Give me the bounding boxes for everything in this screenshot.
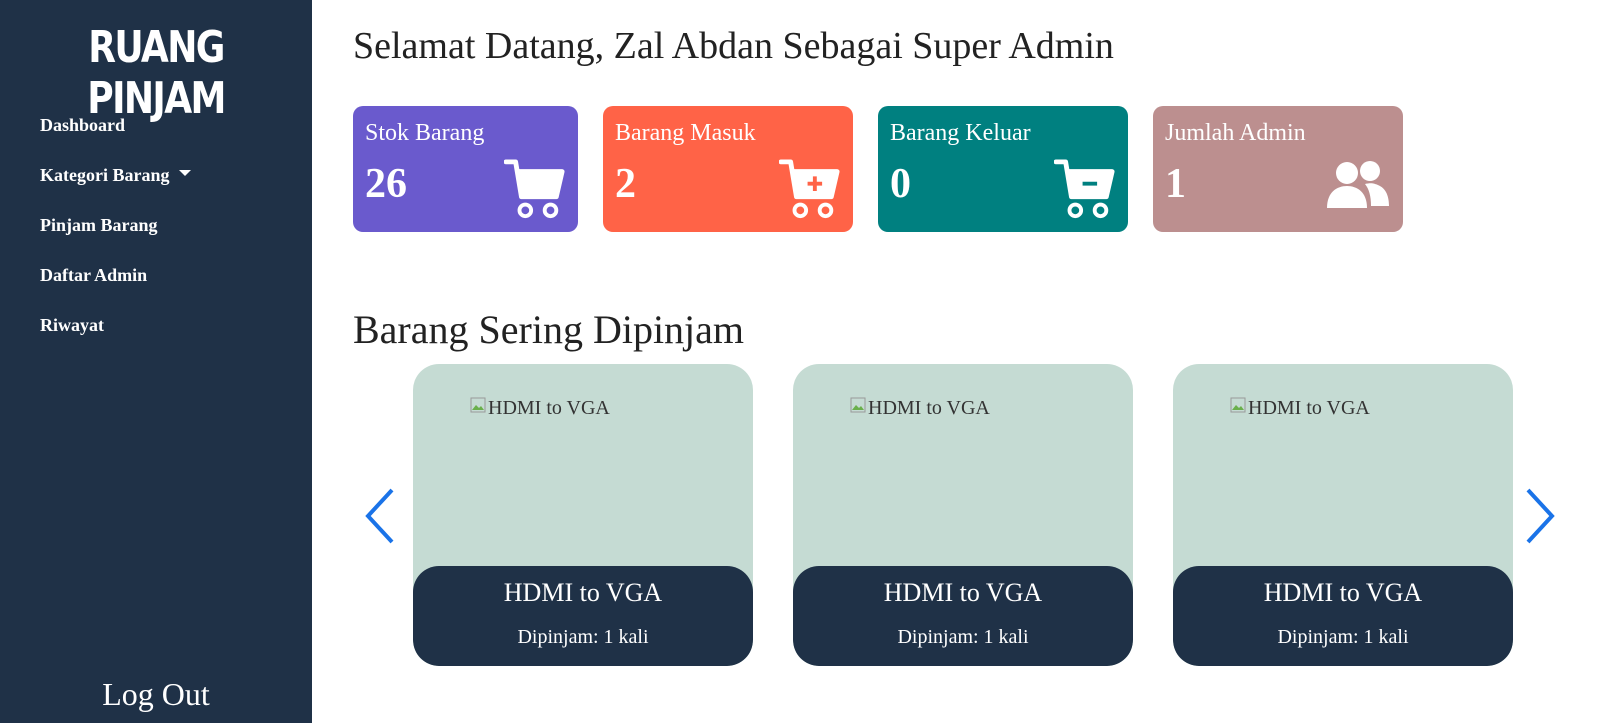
stat-card-barang-masuk: Barang Masuk 2 <box>603 106 853 232</box>
chevron-left-icon[interactable] <box>362 486 398 546</box>
sidebar-item-daftar-admin[interactable]: Daftar Admin <box>40 250 191 300</box>
item-image: HDMI to VGA <box>1230 397 1370 420</box>
sidebar-item-label: Dashboard <box>40 114 126 135</box>
image-alt-text: HDMI to VGA <box>488 397 610 419</box>
sidebar-item-kategori-barang[interactable]: Kategori Barang <box>40 150 192 200</box>
sidebar-item-label: Riwayat <box>40 314 104 335</box>
stat-card-barang-keluar: Barang Keluar 0 <box>878 106 1128 232</box>
stat-card-jumlah-admin: Jumlah Admin 1 <box>1153 106 1403 232</box>
image-alt-text: HDMI to VGA <box>1248 397 1370 419</box>
item-name: HDMI to VGA <box>1263 578 1423 607</box>
stat-value: 26 <box>365 161 407 207</box>
stat-value: 1 <box>1165 161 1186 207</box>
sidebar-item-label: Kategori Barang <box>40 164 170 185</box>
item-borrow-count: Dipinjam: 1 kali <box>1277 626 1409 648</box>
chevron-right-icon[interactable] <box>1522 486 1558 546</box>
item-borrow-count: Dipinjam: 1 kali <box>897 626 1029 648</box>
stat-value: 2 <box>615 161 636 207</box>
page-title: Selamat Datang, Zal Abdan Sebagai Super … <box>353 25 1114 67</box>
logout-button[interactable]: Log Out <box>0 676 312 713</box>
sidebar-item-label: Pinjam Barang <box>40 214 158 235</box>
cart-minus-icon <box>1054 159 1115 219</box>
item-footer: HDMI to VGA Dipinjam: 1 kali <box>793 566 1133 666</box>
stat-value: 0 <box>890 161 911 207</box>
item-card[interactable]: HDMI to VGA HDMI to VGA Dipinjam: 1 kali <box>413 364 753 666</box>
broken-image-icon <box>470 397 486 412</box>
sidebar: RUANG PINJAM Dashboard Kategori Barang P… <box>0 0 312 723</box>
item-footer: HDMI to VGA Dipinjam: 1 kali <box>1173 566 1513 666</box>
item-borrow-count: Dipinjam: 1 kali <box>517 626 649 648</box>
sidebar-item-pinjam-barang[interactable]: Pinjam Barang <box>40 200 191 250</box>
users-icon <box>1327 161 1389 208</box>
item-name: HDMI to VGA <box>503 578 663 607</box>
stat-label: Barang Keluar <box>890 120 1031 146</box>
image-alt-text: HDMI to VGA <box>868 397 990 419</box>
item-name: HDMI to VGA <box>883 578 1043 607</box>
cart-plus-icon <box>779 159 840 219</box>
item-card[interactable]: HDMI to VGA HDMI to VGA Dipinjam: 1 kali <box>1173 364 1513 666</box>
broken-image-icon <box>1230 397 1246 412</box>
stat-label: Stok Barang <box>365 120 485 146</box>
stat-label: Jumlah Admin <box>1165 120 1306 146</box>
stat-card-stok-barang: Stok Barang 26 <box>353 106 578 232</box>
sidebar-nav: Dashboard Kategori Barang Pinjam Barang … <box>40 100 192 350</box>
broken-image-icon <box>850 397 866 412</box>
sidebar-item-riwayat[interactable]: Riwayat <box>40 300 191 350</box>
sidebar-item-label: Daftar Admin <box>40 264 148 285</box>
section-title: Barang Sering Dipinjam <box>353 307 745 352</box>
item-footer: HDMI to VGA Dipinjam: 1 kali <box>413 566 753 666</box>
caret-down-icon <box>179 170 192 176</box>
sidebar-item-dashboard[interactable]: Dashboard <box>40 100 191 150</box>
item-image: HDMI to VGA <box>470 397 610 420</box>
item-image: HDMI to VGA <box>850 397 990 420</box>
stat-label: Barang Masuk <box>615 120 756 146</box>
item-card[interactable]: HDMI to VGA HDMI to VGA Dipinjam: 1 kali <box>793 364 1133 666</box>
cart-icon <box>504 159 565 219</box>
